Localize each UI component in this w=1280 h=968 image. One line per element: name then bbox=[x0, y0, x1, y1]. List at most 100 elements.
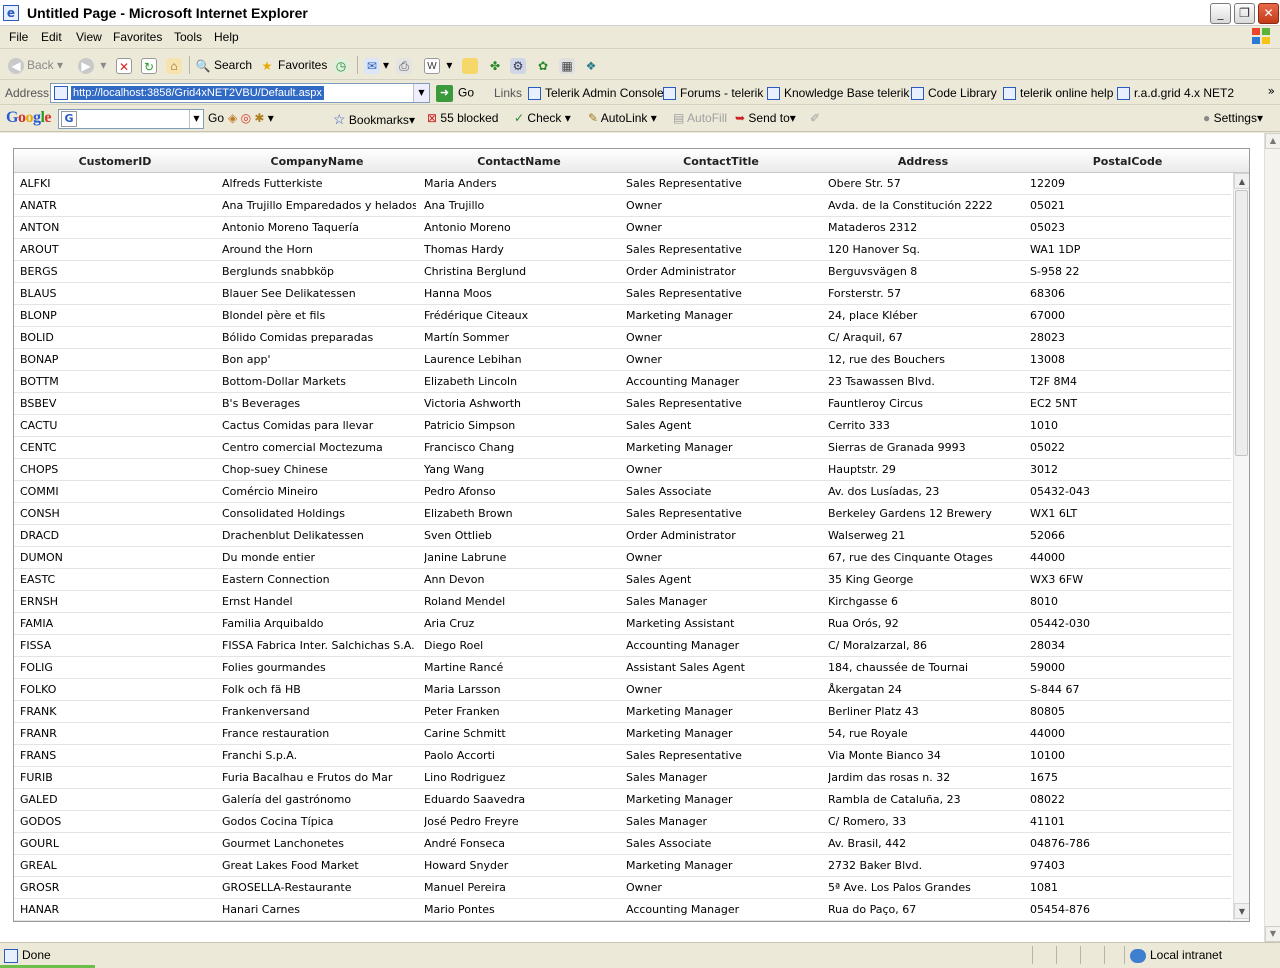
table-row[interactable]: GROSR GROSELLA-Restaurante Manuel Pereira O… bbox=[14, 877, 1231, 899]
grid-scroll-down-icon[interactable]: ▼ bbox=[1234, 903, 1249, 919]
addon-button-5[interactable]: ❖ bbox=[583, 56, 602, 74]
edit-button[interactable]: W ▾ bbox=[424, 56, 452, 74]
home-button[interactable]: ⌂ bbox=[166, 56, 185, 74]
table-row[interactable]: FOLIG Folies gourmandes Martine Rancé Assis… bbox=[14, 657, 1231, 679]
link-knowledge-base[interactable]: Knowledge Base telerik bbox=[767, 86, 909, 101]
table-row[interactable]: ALFKI Alfreds Futterkiste Maria Anders Sale… bbox=[14, 173, 1231, 195]
table-row[interactable]: HANAR Hanari Carnes Mario Pontes Accounting… bbox=[14, 899, 1231, 921]
table-row[interactable]: FRANR France restauration Carine Schmitt Ma… bbox=[14, 723, 1231, 745]
popup-blocker-button[interactable]: ⊠ 55 blocked bbox=[427, 111, 498, 125]
tool-icon: ⚙ bbox=[510, 57, 526, 74]
table-row[interactable]: AROUT Around the Horn Thomas Hardy Sales Re… bbox=[14, 239, 1231, 261]
page-scroll-down-icon[interactable]: ▼ bbox=[1265, 926, 1280, 942]
table-row[interactable]: FRANS Franchi S.p.A. Paolo Accorti Sales Re… bbox=[14, 745, 1231, 767]
back-button[interactable]: ◀ Back ▾ bbox=[8, 56, 63, 74]
go-button[interactable]: ➜ Go bbox=[436, 85, 474, 102]
google-search-dropdown-icon[interactable]: ▼ bbox=[189, 110, 203, 128]
address-input[interactable]: http://localhost:3858/Grid4xNET2VBU/Defa… bbox=[50, 83, 430, 103]
table-row[interactable]: FAMIA Familia Arquibaldo Aria Cruz Marketin… bbox=[14, 613, 1231, 635]
forward-button[interactable]: ▶ ▾ bbox=[78, 56, 106, 74]
table-row[interactable]: COMMI Comércio Mineiro Pedro Afonso Sales A… bbox=[14, 481, 1231, 503]
addon-button-1[interactable]: ✤ bbox=[487, 56, 506, 74]
table-row[interactable]: CENTC Centro comercial Moctezuma Francisco… bbox=[14, 437, 1231, 459]
link-code-library[interactable]: Code Library bbox=[911, 86, 997, 101]
mail-button[interactable]: ✉ ▾ bbox=[364, 56, 389, 74]
link-telerik-online-help[interactable]: telerik online help bbox=[1003, 86, 1113, 101]
google-search-input[interactable]: G ▼ bbox=[58, 109, 204, 129]
table-row[interactable]: BERGS Berglunds snabbköp Christina Berglun… bbox=[14, 261, 1231, 283]
google-go-button[interactable]: Go bbox=[208, 111, 224, 125]
close-button[interactable]: ✕ bbox=[1258, 3, 1279, 24]
refresh-button[interactable]: ↻ bbox=[141, 56, 160, 74]
links-overflow-chevron-icon[interactable]: » bbox=[1268, 84, 1275, 98]
page-scroll-up-icon[interactable]: ▲ bbox=[1265, 133, 1280, 149]
grid-scroll-thumb[interactable] bbox=[1235, 190, 1248, 456]
table-row[interactable]: BLONP Blondel père et fils Frédérique Cite… bbox=[14, 305, 1231, 327]
favorites-button[interactable]: ★ Favorites bbox=[259, 56, 328, 74]
table-row[interactable]: BLAUS Blauer See Delikatessen Hanna Moos Sa… bbox=[14, 283, 1231, 305]
header-col-companyname[interactable]: CompanyName bbox=[216, 149, 418, 173]
search-button[interactable]: 🔍 Search bbox=[195, 56, 253, 74]
address-url[interactable]: http://localhost:3858/Grid4xNET2VBU/Defa… bbox=[71, 86, 324, 100]
history-button[interactable]: ◷ bbox=[333, 56, 352, 74]
header-col-contactname[interactable]: ContactName bbox=[418, 149, 620, 173]
restore-button[interactable]: ❐ bbox=[1234, 3, 1255, 24]
addon-button-2[interactable]: ⚙ bbox=[510, 56, 529, 74]
menu-edit[interactable]: Edit bbox=[41, 30, 62, 44]
table-row[interactable]: FOLKO Folk och fä HB Maria Larsson Owner Åke… bbox=[14, 679, 1231, 701]
menu-file[interactable]: File bbox=[9, 30, 28, 44]
highlighter-button[interactable]: ✐ bbox=[810, 111, 820, 125]
table-row[interactable]: CHOPS Chop-suey Chinese Yang Wang Owner Haup… bbox=[14, 459, 1231, 481]
addon-button-3[interactable]: ✿ bbox=[535, 56, 554, 74]
table-row[interactable]: CONSH Consolidated Holdings Elizabeth Brow… bbox=[14, 503, 1231, 525]
spell-check-button[interactable]: ✓ Check ▾ bbox=[514, 111, 571, 125]
stop-button[interactable]: ✕ bbox=[116, 56, 135, 74]
link-forums-telerik[interactable]: Forums - telerik bbox=[663, 86, 763, 101]
addon-button-4[interactable]: ▦ bbox=[559, 56, 578, 74]
header-col-contacttitle[interactable]: ContactTitle bbox=[620, 149, 822, 173]
menu-view[interactable]: View bbox=[76, 30, 102, 44]
table-row[interactable]: ANATR Ana Trujillo Emparedados y helados A… bbox=[14, 195, 1231, 217]
header-col-customerid[interactable]: CustomerID bbox=[14, 149, 216, 173]
autofill-button[interactable]: ▤ AutoFill bbox=[673, 111, 727, 125]
menu-favorites[interactable]: Favorites bbox=[113, 30, 162, 44]
table-row[interactable]: ERNSH Ernst Handel Roland Mendel Sales Mana… bbox=[14, 591, 1231, 613]
address-dropdown-arrow-icon[interactable]: ▼ bbox=[413, 84, 429, 102]
table-row[interactable]: GODOS Godos Cocina Típica José Pedro Freyr… bbox=[14, 811, 1231, 833]
grid-vertical-scrollbar[interactable]: ▲ ▼ bbox=[1233, 173, 1249, 921]
cell-companyname: Bon app' bbox=[222, 353, 271, 366]
table-row[interactable]: DRACD Drachenblut Delikatessen Sven Ottlie… bbox=[14, 525, 1231, 547]
table-row[interactable]: GALED Galería del gastrónomo Eduardo Saave… bbox=[14, 789, 1231, 811]
page-vertical-scrollbar[interactable]: ▲ ▼ bbox=[1264, 133, 1280, 942]
link-radgrid-net2[interactable]: r.a.d.grid 4.x NET2 bbox=[1117, 86, 1234, 101]
send-to-button[interactable]: ➥ Send to▾ bbox=[735, 111, 796, 125]
minimize-button[interactable]: _ bbox=[1210, 3, 1231, 24]
table-row[interactable]: GOURL Gourmet Lanchonetes André Fonseca Sal… bbox=[14, 833, 1231, 855]
link-telerik-admin-console[interactable]: Telerik Admin Console bbox=[528, 86, 664, 101]
google-settings-button[interactable]: ● Settings▾ bbox=[1203, 111, 1263, 125]
discuss-button[interactable] bbox=[462, 56, 481, 74]
table-row[interactable]: EASTC Eastern Connection Ann Devon Sales Ag… bbox=[14, 569, 1231, 591]
table-row[interactable]: DUMON Du monde entier Janine Labrune Owner 6… bbox=[14, 547, 1231, 569]
autolink-button[interactable]: ✎ AutoLink ▾ bbox=[588, 111, 657, 125]
print-button[interactable]: ⎙ bbox=[396, 56, 415, 74]
table-row[interactable]: BSBEV B's Beverages Victoria Ashworth Sales… bbox=[14, 393, 1231, 415]
table-row[interactable]: ANTON Antonio Moreno Taquería Antonio More… bbox=[14, 217, 1231, 239]
menu-help[interactable]: Help bbox=[214, 30, 239, 44]
header-col-address[interactable]: Address bbox=[822, 149, 1024, 173]
table-row[interactable]: FRANK Frankenversand Peter Franken Marketin… bbox=[14, 701, 1231, 723]
table-row[interactable]: BONAP Bon app' Laurence Lebihan Owner 12, ru… bbox=[14, 349, 1231, 371]
table-row[interactable]: BOTTM Bottom-Dollar Markets Elizabeth Linc… bbox=[14, 371, 1231, 393]
google-button-icons[interactable]: ◈ ◎ ✱ ▾ bbox=[228, 111, 274, 125]
table-row[interactable]: BOLID Bólido Comidas preparadas Martín Som… bbox=[14, 327, 1231, 349]
cell-contacttitle: Accounting Manager bbox=[626, 903, 740, 916]
bookmarks-button[interactable]: ☆ Bookmarks▾ bbox=[333, 111, 415, 128]
table-row[interactable]: GREAL Great Lakes Food Market Howard Snyde… bbox=[14, 855, 1231, 877]
table-row[interactable]: CACTU Cactus Comidas para llevar Patricio … bbox=[14, 415, 1231, 437]
table-row[interactable]: FISSA FISSA Fabrica Inter. Salchichas S.A… bbox=[14, 635, 1231, 657]
grid-scroll-up-icon[interactable]: ▲ bbox=[1234, 173, 1249, 189]
menu-tools[interactable]: Tools bbox=[174, 30, 202, 44]
cell-address: Rambla de Cataluña, 23 bbox=[828, 793, 961, 806]
table-row[interactable]: FURIB Furia Bacalhau e Frutos do Mar Lino … bbox=[14, 767, 1231, 789]
header-col-postalcode[interactable]: PostalCode bbox=[1024, 149, 1231, 173]
